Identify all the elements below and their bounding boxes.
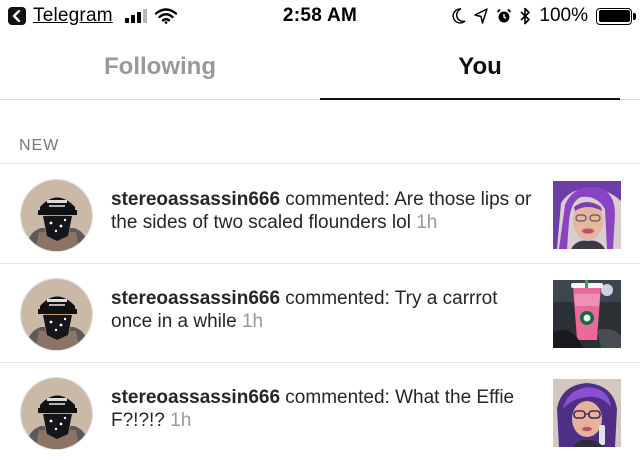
avatar[interactable] <box>20 179 93 252</box>
status-bar: Telegram 2:58 AM 100% <box>0 0 640 34</box>
notification-text[interactable]: stereoassassin666 commented: What the Ef… <box>111 386 541 432</box>
notification-username[interactable]: stereoassassin666 <box>111 288 280 309</box>
notification-text[interactable]: stereoassassin666 commented: Try a carrr… <box>111 287 541 333</box>
notification-time: 1h <box>241 311 264 332</box>
notification-time: 1h <box>416 212 438 233</box>
section-header: NEW <box>0 100 640 164</box>
notification-time: 1h <box>170 410 192 431</box>
location-icon <box>474 8 489 24</box>
tab-you-label: You <box>458 52 502 80</box>
activity-tabs: Following You <box>0 34 640 100</box>
alarm-icon <box>497 8 512 23</box>
post-thumbnail[interactable] <box>553 280 621 348</box>
battery-percent: 100% <box>539 5 588 26</box>
avatar[interactable] <box>20 278 93 351</box>
tab-following[interactable]: Following <box>0 34 320 99</box>
avatar[interactable] <box>20 377 93 450</box>
notification-row[interactable]: stereoassassin666 commented: What the Ef… <box>0 363 640 460</box>
moon-icon <box>452 8 466 24</box>
tab-following-label: Following <box>104 52 216 80</box>
post-thumbnail[interactable] <box>553 379 621 447</box>
notification-username[interactable]: stereoassassin666 <box>111 387 280 408</box>
notification-username[interactable]: stereoassassin666 <box>111 189 280 210</box>
tab-you[interactable]: You <box>320 34 640 100</box>
notification-row[interactable]: stereoassassin666 commented: Are those l… <box>0 165 640 264</box>
battery-icon <box>596 7 636 25</box>
post-thumbnail[interactable] <box>553 181 621 249</box>
notification-text[interactable]: stereoassassin666 commented: Are those l… <box>111 188 541 234</box>
notification-row[interactable]: stereoassassin666 commented: Try a carrr… <box>0 264 640 363</box>
bluetooth-icon <box>520 7 531 25</box>
section-label: NEW <box>19 137 60 154</box>
